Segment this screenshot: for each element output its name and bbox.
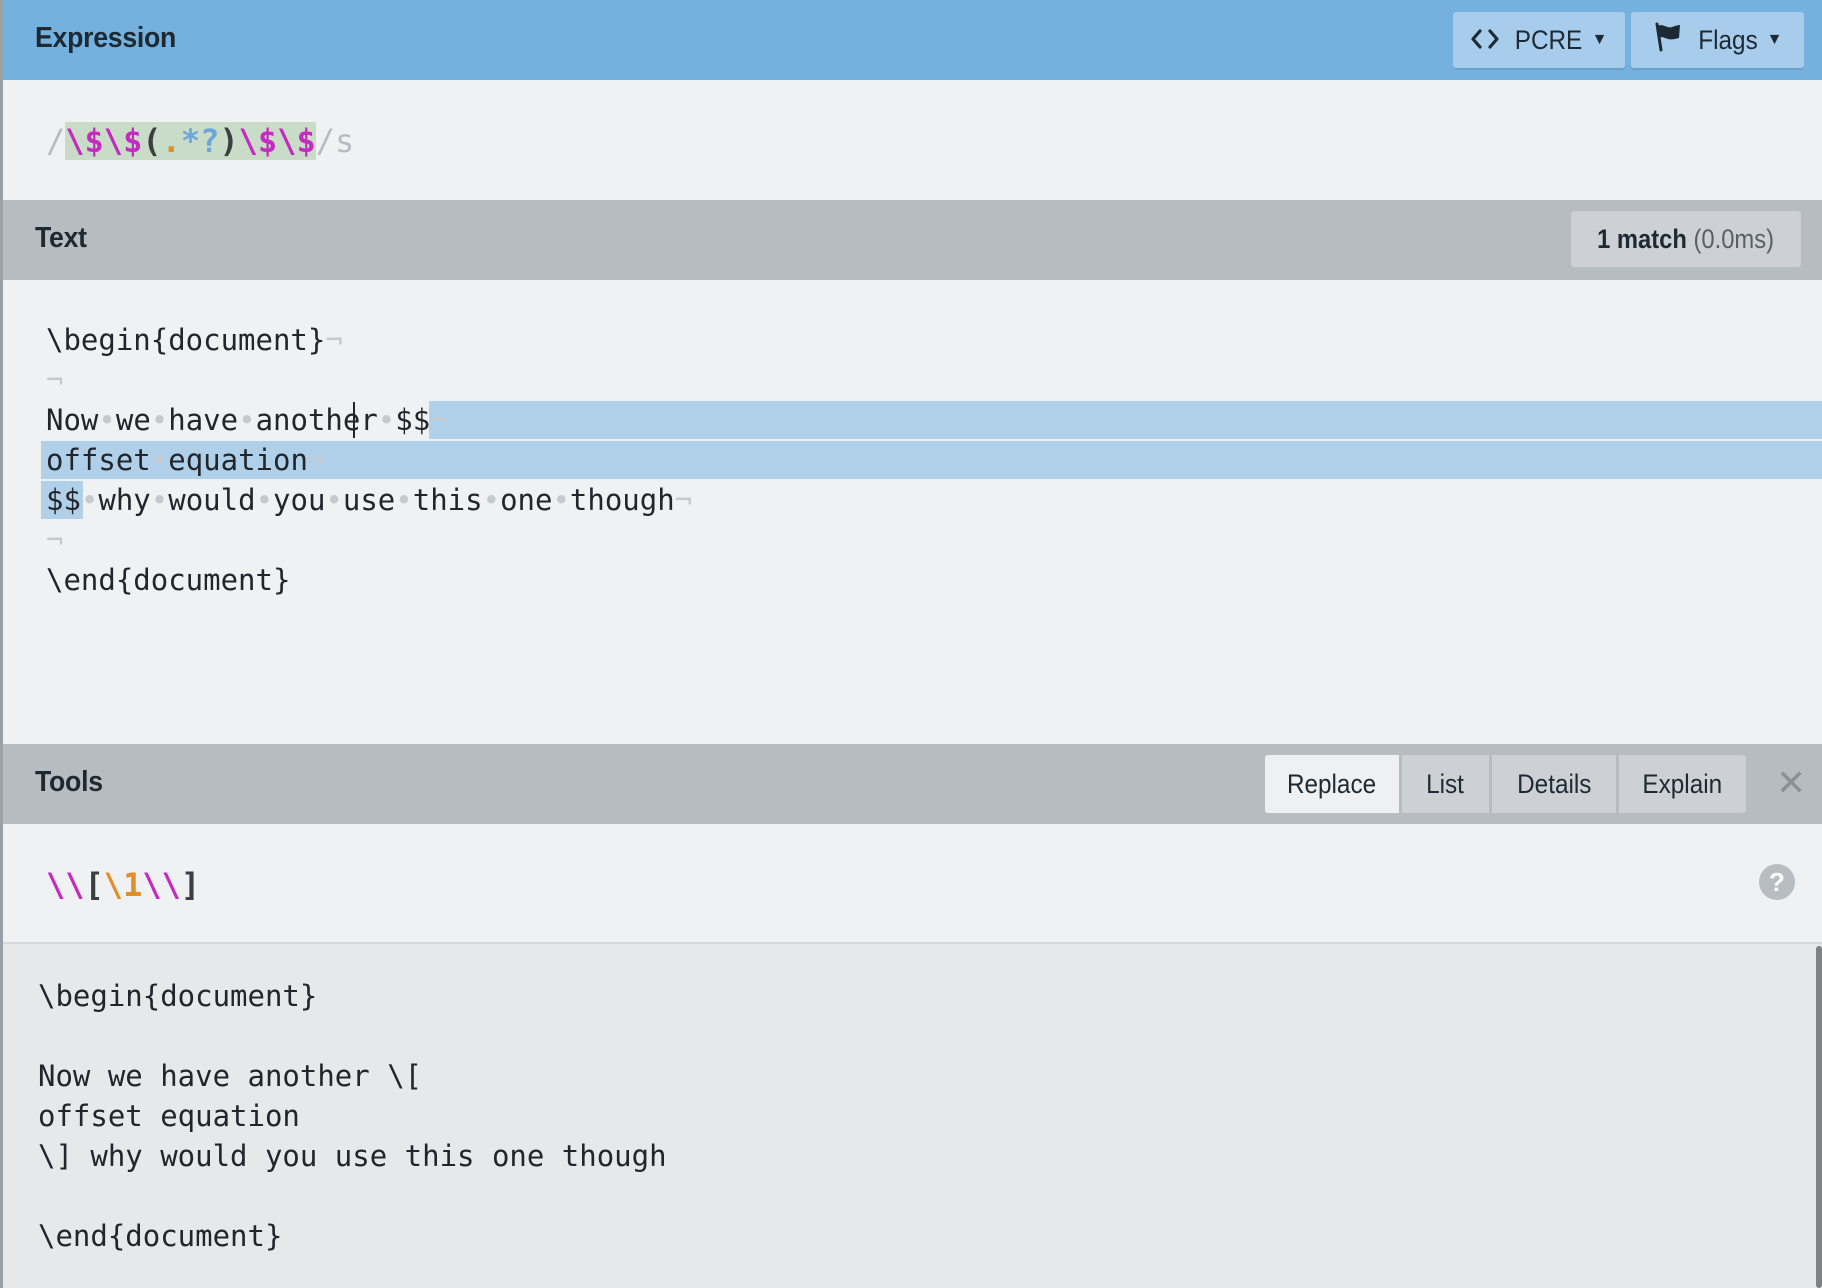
tools-header: Tools Replace List Details Explain ✕ — [3, 744, 1822, 824]
newline-marker: ¬ — [46, 363, 64, 397]
text-token: \end{document} — [46, 563, 291, 597]
tab-list-label: List — [1426, 768, 1465, 799]
space-marker: • — [325, 483, 343, 517]
text-token: offset — [46, 443, 151, 477]
help-circle-icon[interactable]: ? — [1759, 864, 1795, 900]
text-line: \end{document} — [46, 560, 290, 600]
pattern-dot: . — [161, 122, 181, 160]
tab-list[interactable]: List — [1402, 755, 1489, 813]
expression-input[interactable]: /\$\$(.*?)\$\$/s — [46, 122, 354, 160]
text-line: $$•why•would•you•use•this•one•though¬ — [46, 480, 692, 520]
tab-details[interactable]: Details — [1492, 755, 1616, 813]
match-count-badge: 1 match (0.0ms) — [1571, 211, 1801, 267]
text-token: $$ — [46, 483, 81, 517]
tab-replace[interactable]: Replace — [1265, 755, 1399, 813]
code-brackets-icon — [1470, 25, 1499, 56]
result-line: \end{document} — [38, 1219, 283, 1253]
space-marker: • — [482, 483, 501, 517]
flags-label: Flags — [1697, 24, 1758, 55]
replace-escape: \\ — [46, 866, 85, 904]
text-token: you — [273, 483, 326, 517]
result-scrollbar[interactable] — [1816, 946, 1822, 1288]
space-marker: • — [80, 483, 99, 517]
text-token: equation — [168, 443, 308, 477]
text-token: have — [168, 403, 239, 437]
text-token: why — [98, 483, 151, 517]
text-cursor — [353, 402, 355, 438]
pattern-highlight: \$\$(.*?)\$\$ — [65, 122, 316, 160]
space-marker: • — [395, 483, 413, 517]
text-token: we — [115, 403, 151, 437]
text-token: one — [500, 483, 553, 517]
replace-result: \begin{document} Now we have another \[ … — [3, 944, 1822, 1288]
flavor-button[interactable]: PCRE ▼ — [1453, 12, 1625, 68]
test-text-editor[interactable]: \begin{document}¬ ¬ Now•we•have•another•… — [3, 280, 1822, 744]
chevron-down-icon: ▼ — [1591, 31, 1608, 48]
replace-literal: ] — [180, 866, 201, 904]
flavor-label: PCRE — [1514, 24, 1582, 55]
expression-flags: s — [334, 122, 355, 160]
text-title: Text — [35, 222, 87, 254]
pattern-escape-open: \$\$ — [65, 122, 143, 160]
flag-icon — [1653, 22, 1683, 59]
text-token: would — [168, 483, 256, 517]
space-marker: • — [255, 483, 274, 517]
text-line: \begin{document}¬ — [46, 320, 343, 360]
newline-marker: ¬ — [46, 523, 64, 557]
space-marker: • — [238, 403, 256, 437]
text-token: Now — [46, 403, 99, 437]
close-icon[interactable]: ✕ — [1776, 765, 1806, 801]
delimiter-open: / — [46, 122, 66, 160]
space-marker: • — [150, 483, 169, 517]
text-line: Now•we•have•another•$$¬ — [46, 400, 448, 440]
expression-editor[interactable]: /\$\$(.*?)\$\$/s — [3, 80, 1822, 200]
text-token: use — [342, 483, 396, 517]
space-marker: • — [150, 443, 169, 477]
expression-header: Expression PCRE ▼ Flags ▼ — [3, 0, 1822, 80]
space-marker: • — [98, 403, 116, 437]
space-marker: • — [150, 403, 169, 437]
replace-escape: \\ — [142, 866, 181, 904]
newline-marker: ¬ — [430, 403, 448, 437]
replace-editor[interactable]: \\[\1\\] ? — [3, 824, 1822, 944]
pattern-group-open: ( — [142, 122, 162, 160]
newline-marker: ¬ — [674, 483, 693, 517]
text-line: offset•equation¬ — [46, 440, 325, 480]
text-token: this — [412, 483, 483, 517]
tab-details-label: Details — [1516, 768, 1592, 799]
replace-literal: [ — [84, 866, 104, 904]
text-token: though — [569, 483, 675, 517]
tab-explain[interactable]: Explain — [1619, 755, 1746, 813]
text-token: $$ — [395, 403, 431, 437]
match-count: 1 match — [1597, 223, 1688, 254]
text-header: Text 1 match (0.0ms) — [3, 200, 1822, 280]
tools-title: Tools — [35, 766, 103, 798]
pattern-group-close: ) — [219, 122, 239, 160]
text-token: \begin{document} — [46, 323, 326, 357]
result-line: \] why would you use this one though — [38, 1139, 667, 1173]
text-line: ¬ — [46, 520, 63, 560]
chevron-down-icon: ▼ — [1766, 31, 1783, 48]
replace-backreference: \1 — [103, 866, 143, 904]
result-line: offset equation — [38, 1099, 300, 1133]
result-line: Now we have another \[ — [38, 1059, 423, 1093]
tab-replace-label: Replace — [1287, 768, 1377, 799]
newline-marker: ¬ — [307, 443, 326, 477]
pattern-quantifier: *? — [180, 122, 220, 160]
match-highlight — [429, 401, 1822, 439]
space-marker: • — [552, 483, 570, 517]
expression-title: Expression — [35, 22, 177, 54]
replace-input[interactable]: \\[\1\\] — [46, 866, 200, 904]
flags-button[interactable]: Flags ▼ — [1631, 12, 1804, 68]
pattern-escape-close: \$\$ — [238, 122, 316, 160]
result-line: \begin{document} — [38, 979, 318, 1013]
text-token: another — [255, 403, 378, 437]
tab-explain-label: Explain — [1642, 768, 1723, 799]
newline-marker: ¬ — [325, 323, 343, 357]
match-time: (0.0ms) — [1693, 223, 1775, 254]
space-marker: • — [377, 403, 396, 437]
text-line: ¬ — [46, 360, 63, 400]
delimiter-close: / — [315, 122, 335, 160]
tools-tabs: Replace List Details Explain — [1265, 755, 1746, 813]
